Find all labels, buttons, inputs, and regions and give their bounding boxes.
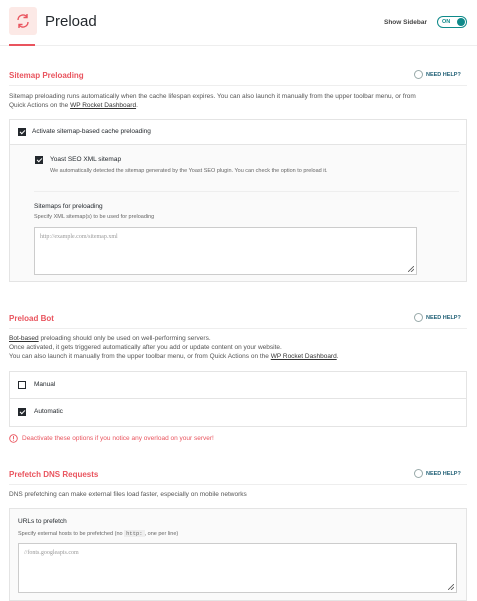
toggle-state-label: ON (442, 19, 451, 25)
show-sidebar-toggle[interactable]: ON (437, 16, 467, 28)
show-sidebar-label: Show Sidebar (384, 19, 427, 26)
urls-to-prefetch-textarea[interactable]: //fonts.googleapis.com (18, 543, 457, 593)
urls-to-prefetch-description: Specify external hosts to be prefetched … (18, 530, 178, 537)
header-divider (0, 45, 477, 46)
sitemaps-textarea[interactable]: http://example.com/sitemap.xml (34, 227, 417, 275)
dns-description: DNS prefetching can make external files … (9, 491, 247, 498)
activate-sitemap-checkbox[interactable] (18, 128, 26, 136)
panel-divider (9, 398, 467, 399)
bot-description: Bot-based preloading should only be used… (9, 334, 469, 361)
page-title: Preload (45, 13, 97, 30)
desc-text: Quick Actions on the (9, 102, 71, 109)
section-divider (9, 85, 467, 86)
sitemaps-for-preloading-description: Specify XML sitemap(s) to be used for pr… (34, 214, 155, 220)
automatic-bot-checkbox[interactable] (18, 408, 26, 416)
desc-text: . (136, 102, 138, 109)
panel-divider (34, 191, 459, 192)
desc-text: preloading should only be used on well-p… (38, 335, 211, 342)
bot-desc-line2: Once activated, it gets triggered automa… (9, 344, 282, 351)
manual-bot-label: Manual (34, 381, 56, 388)
warning-icon (9, 434, 18, 443)
resize-handle-icon[interactable] (408, 266, 414, 272)
warning-text: Deactivate these options if you notice a… (22, 435, 214, 442)
sitemap-desc-line1: Sitemap preloading runs automatically wh… (9, 93, 416, 100)
urls-placeholder: //fonts.googleapis.com (24, 550, 79, 556)
dns-need-help-link[interactable]: NEED HELP? (414, 469, 461, 478)
yoast-sitemap-description: We automatically detected the sitemap ge… (50, 168, 328, 174)
need-help-label: NEED HELP? (426, 314, 461, 321)
wp-rocket-dashboard-link[interactable]: WP Rocket Dashboard (70, 102, 136, 109)
header-accent-line (9, 44, 35, 46)
sitemap-need-help-link[interactable]: NEED HELP? (414, 70, 461, 79)
wp-rocket-dashboard-link[interactable]: WP Rocket Dashboard (271, 353, 337, 360)
yoast-sitemap-label: Yoast SEO XML sitemap (50, 156, 122, 163)
need-help-label: NEED HELP? (426, 470, 461, 477)
sitemap-section-title: Sitemap Preloading (9, 71, 84, 80)
desc-text: You can also launch it manually from the… (9, 353, 271, 360)
section-divider (9, 328, 467, 329)
automatic-bot-label: Automatic (34, 408, 63, 415)
sitemap-description: Sitemap preloading runs automatically wh… (9, 92, 469, 110)
desc-text: Specify external hosts to be prefetched … (18, 531, 125, 537)
help-circle-icon (414, 469, 423, 478)
sitemaps-for-preloading-label: Sitemaps for preloading (34, 203, 103, 210)
bot-desc-line3: You can also launch it manually from the… (9, 352, 469, 361)
resize-handle-icon[interactable] (448, 584, 454, 590)
bot-based-link[interactable]: Bot-based (9, 335, 39, 342)
http-code: http: (124, 530, 145, 537)
refresh-icon (17, 14, 29, 28)
desc-text: , one per line) (144, 531, 179, 537)
yoast-sitemap-checkbox[interactable] (35, 156, 43, 164)
section-divider (9, 484, 467, 485)
sitemaps-placeholder: http://example.com/sitemap.xml (40, 234, 118, 240)
manual-bot-checkbox[interactable] (18, 381, 26, 389)
preload-bot-section-title: Preload Bot (9, 314, 54, 323)
bot-warning: Deactivate these options if you notice a… (9, 434, 214, 443)
preload-section-icon (9, 7, 37, 35)
toggle-knob (457, 18, 465, 26)
help-circle-icon (414, 313, 423, 322)
bot-options-panel (9, 371, 467, 427)
bot-need-help-link[interactable]: NEED HELP? (414, 313, 461, 322)
bot-desc-line1: Bot-based preloading should only be used… (9, 334, 469, 343)
sitemap-desc-line2: Quick Actions on the WP Rocket Dashboard… (9, 101, 469, 110)
dns-section-title: Prefetch DNS Requests (9, 470, 99, 479)
desc-text: . (336, 353, 339, 360)
urls-to-prefetch-label: URLs to prefetch (18, 518, 67, 525)
help-circle-icon (414, 70, 423, 79)
need-help-label: NEED HELP? (426, 71, 461, 78)
activate-sitemap-label: Activate sitemap-based cache preloading (32, 128, 151, 135)
